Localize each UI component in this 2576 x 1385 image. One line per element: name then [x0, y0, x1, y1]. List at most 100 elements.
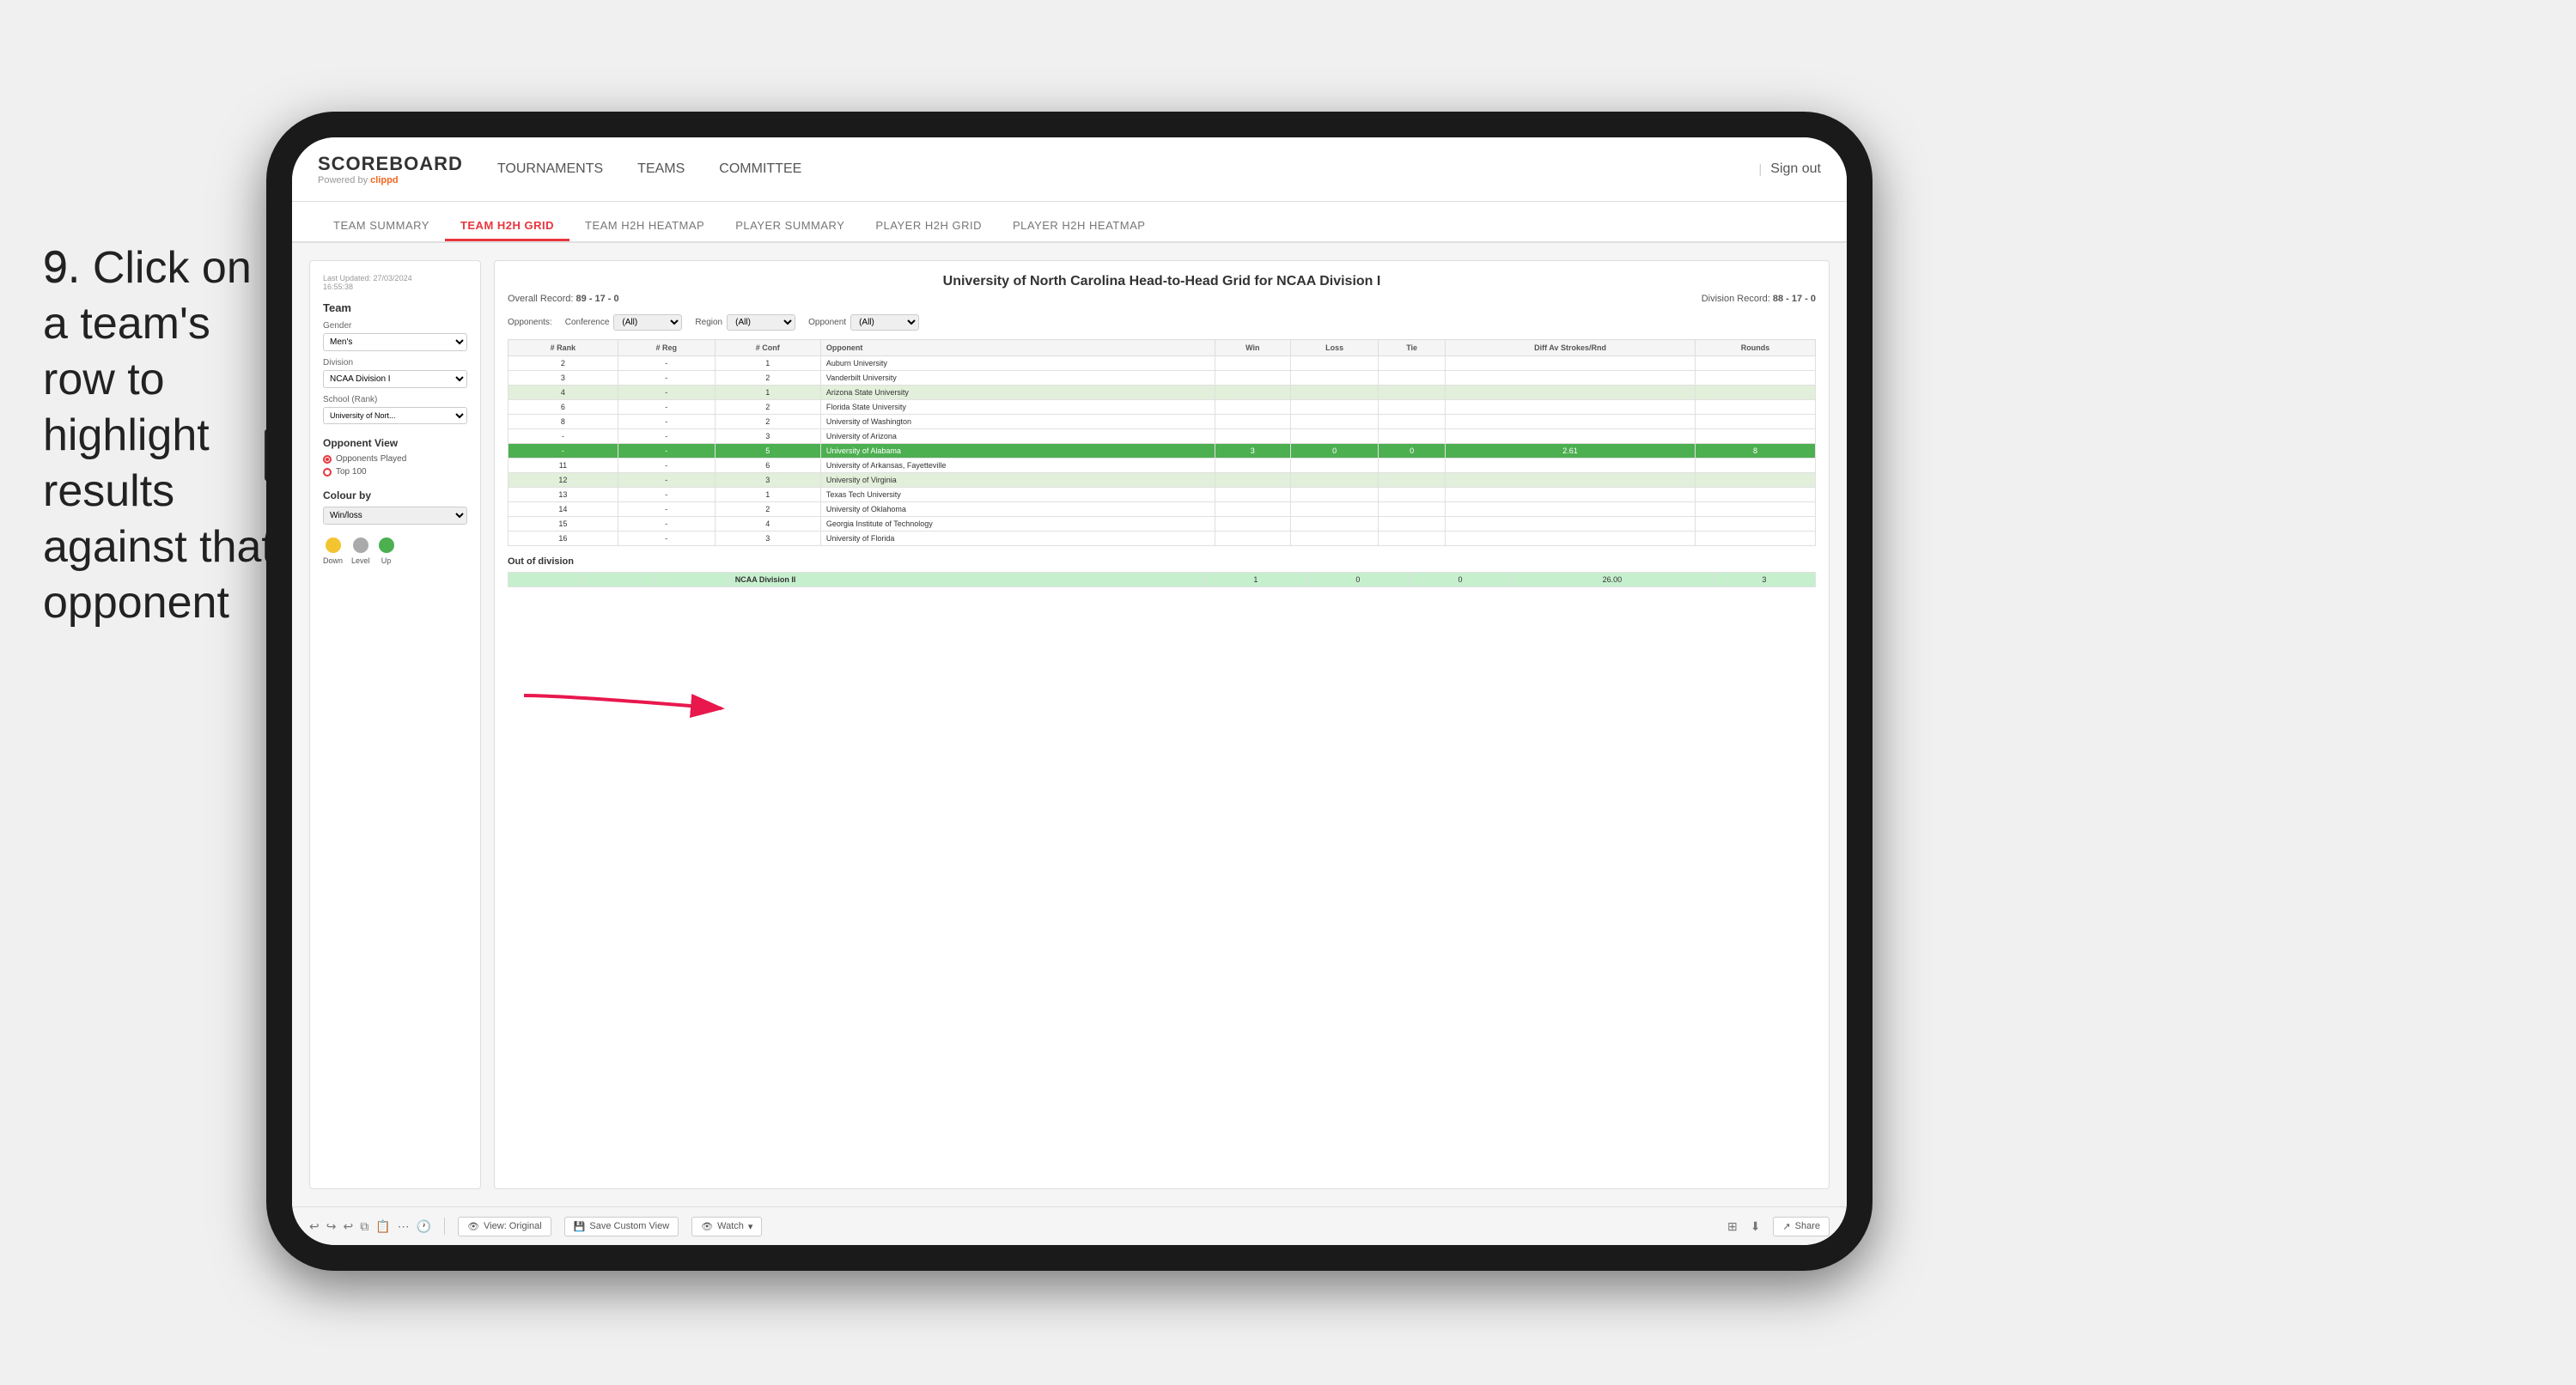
main-content: Last Updated: 27/03/2024 16:55:38 Team G… — [292, 243, 1847, 1206]
cell-opponent: Arizona State University — [820, 386, 1215, 400]
cell-conf: 3 — [715, 532, 820, 546]
tab-team-h2h-heatmap[interactable]: TEAM H2H HEATMAP — [569, 212, 720, 241]
cell-diff — [1445, 473, 1695, 488]
redo-icon[interactable]: ↪ — [326, 1219, 337, 1234]
cell-tie — [1379, 532, 1446, 546]
table-row[interactable]: 6 - 2 Florida State University — [509, 400, 1816, 415]
table-row[interactable]: 14 - 2 University of Oklahoma — [509, 502, 1816, 517]
out-div-table: NCAA Division II 1 0 0 26.00 3 — [508, 572, 1816, 587]
school-select[interactable]: University of Nort... — [323, 407, 467, 424]
col-rank: # Rank — [509, 340, 618, 356]
cell-tie — [1379, 488, 1446, 502]
paste-icon[interactable]: 📋 — [375, 1219, 390, 1234]
grid-records: Overall Record: 89 - 17 - 0 Division Rec… — [508, 294, 1816, 304]
tab-team-summary[interactable]: TEAM SUMMARY — [318, 212, 445, 241]
gender-select[interactable]: Men's — [323, 333, 467, 351]
table-row[interactable]: 4 - 1 Arizona State University — [509, 386, 1816, 400]
share-button[interactable]: ↗ Share — [1773, 1217, 1830, 1236]
cell-reg: - — [618, 444, 715, 459]
cell-opponent: University of Oklahoma — [820, 502, 1215, 517]
col-tie: Tie — [1379, 340, 1446, 356]
cell-win — [1215, 429, 1290, 444]
radio-top100[interactable]: Top 100 — [323, 467, 467, 477]
out-div-row[interactable]: NCAA Division II 1 0 0 26.00 3 — [509, 573, 1816, 587]
table-row[interactable]: 15 - 4 Georgia Institute of Technology — [509, 517, 1816, 532]
table-row[interactable]: 12 - 3 University of Virginia — [509, 473, 1816, 488]
sidebar-panel: Last Updated: 27/03/2024 16:55:38 Team G… — [309, 260, 481, 1189]
out-div-rounds: 3 — [1713, 573, 1815, 587]
cell-win — [1215, 517, 1290, 532]
table-header-row: # Rank # Reg # Conf Opponent Win Loss Ti… — [509, 340, 1816, 356]
school-label: School (Rank) — [323, 395, 467, 404]
out-div-win: 1 — [1204, 573, 1306, 587]
cell-reg: - — [618, 400, 715, 415]
view-original-button[interactable]: 👁 View: Original — [458, 1217, 551, 1236]
tab-player-summary[interactable]: PLAYER SUMMARY — [720, 212, 860, 241]
table-row[interactable]: 3 - 2 Vanderbilt University — [509, 371, 1816, 386]
table-row[interactable]: 13 - 1 Texas Tech University — [509, 488, 1816, 502]
cell-rank: 13 — [509, 488, 618, 502]
cell-rounds — [1696, 459, 1816, 473]
legend-level-circle — [353, 538, 368, 553]
tab-team-h2h-grid[interactable]: TEAM H2H GRID — [445, 212, 569, 241]
colour-select[interactable]: Win/loss — [323, 507, 467, 525]
cell-tie — [1379, 502, 1446, 517]
cell-opponent: Texas Tech University — [820, 488, 1215, 502]
toolbar-icon-grid[interactable]: ⊞ — [1727, 1219, 1738, 1234]
region-select[interactable]: (All) — [727, 314, 795, 331]
col-win: Win — [1215, 340, 1290, 356]
table-row[interactable]: 11 - 6 University of Arkansas, Fayettevi… — [509, 459, 1816, 473]
undo-icon[interactable]: ↩ — [309, 1219, 320, 1234]
cell-loss — [1291, 488, 1379, 502]
undo2-icon[interactable]: ↩ — [343, 1219, 353, 1234]
cell-loss — [1291, 502, 1379, 517]
eye-icon: 👁 — [701, 1221, 713, 1232]
nav-tournaments[interactable]: TOURNAMENTS — [497, 155, 603, 184]
cell-rounds — [1696, 517, 1816, 532]
cell-conf: 6 — [715, 459, 820, 473]
radio-opponents-played[interactable]: Opponents Played — [323, 454, 467, 464]
cell-diff: 2.61 — [1445, 444, 1695, 459]
cell-loss — [1291, 400, 1379, 415]
nav-committee[interactable]: COMMITTEE — [719, 155, 801, 184]
cell-tie — [1379, 517, 1446, 532]
save-custom-view-button[interactable]: 💾 Save Custom View — [564, 1217, 679, 1236]
table-row[interactable]: - - 5 University of Alabama 3 0 0 2.61 8 — [509, 444, 1816, 459]
table-row[interactable]: - - 3 University of Arizona — [509, 429, 1816, 444]
copy-icon[interactable]: ⧉ — [360, 1219, 368, 1234]
sign-out-link[interactable]: Sign out — [1770, 155, 1821, 184]
tab-player-h2h-heatmap[interactable]: PLAYER H2H HEATMAP — [997, 212, 1160, 241]
clock-icon[interactable]: 🕐 — [417, 1219, 431, 1234]
cell-diff — [1445, 532, 1695, 546]
cell-reg: - — [618, 429, 715, 444]
cell-rounds — [1696, 386, 1816, 400]
opponent-select[interactable]: (All) — [850, 314, 919, 331]
toolbar-icon-down[interactable]: ⬇ — [1751, 1219, 1761, 1234]
out-div-col1 — [509, 573, 582, 587]
cell-rank: 4 — [509, 386, 618, 400]
radio-opponents-dot — [323, 455, 332, 464]
cell-diff — [1445, 459, 1695, 473]
table-row[interactable]: 16 - 3 University of Florida — [509, 532, 1816, 546]
cell-conf: 1 — [715, 488, 820, 502]
cell-conf: 3 — [715, 473, 820, 488]
tablet-device: SCOREBOARD Powered by clippd TOURNAMENTS… — [266, 112, 1873, 1271]
table-row[interactable]: 2 - 1 Auburn University — [509, 356, 1816, 371]
cell-win — [1215, 371, 1290, 386]
table-row[interactable]: 8 - 2 University of Washington — [509, 415, 1816, 429]
watch-button[interactable]: 👁 Watch ▾ — [691, 1217, 762, 1236]
out-div-col3 — [655, 573, 729, 587]
tab-player-h2h-grid[interactable]: PLAYER H2H GRID — [860, 212, 997, 241]
nav-teams[interactable]: TEAMS — [637, 155, 685, 184]
cell-rank: 2 — [509, 356, 618, 371]
conference-select[interactable]: (All) — [613, 314, 682, 331]
filter-row: Opponents: Conference (All) Region (All) — [508, 314, 1816, 331]
col-rounds: Rounds — [1696, 340, 1816, 356]
cell-tie — [1379, 415, 1446, 429]
cell-rounds — [1696, 415, 1816, 429]
cell-tie — [1379, 429, 1446, 444]
gender-label: Gender — [323, 321, 467, 331]
division-select[interactable]: NCAA Division I — [323, 370, 467, 388]
cell-opponent: University of Washington — [820, 415, 1215, 429]
more-icon[interactable]: ⋯ — [398, 1219, 410, 1234]
